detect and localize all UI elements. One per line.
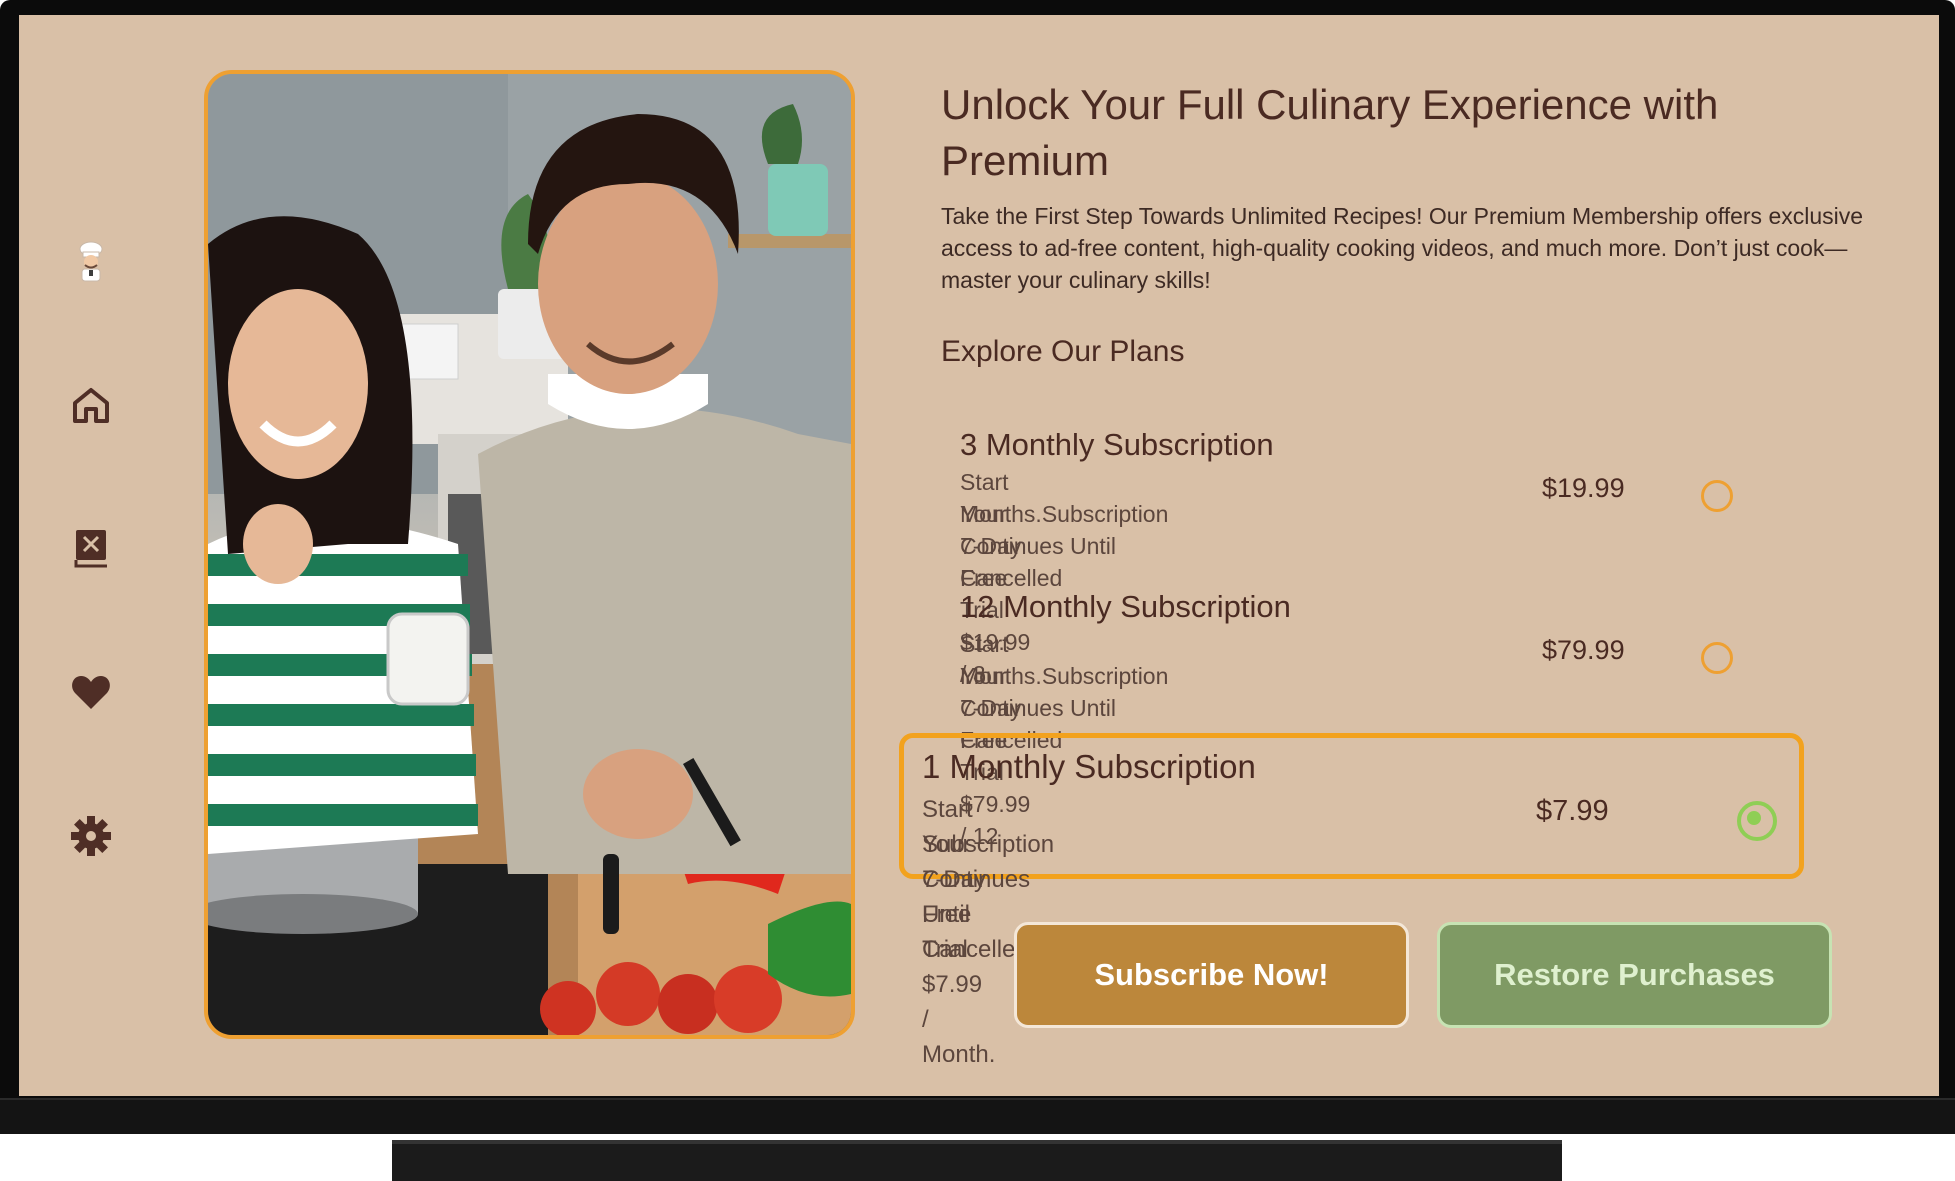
plan-radio-button[interactable] — [1701, 480, 1733, 512]
plan-name: 1 Monthly Subscription — [922, 748, 1256, 785]
recipe-book-icon[interactable] — [69, 526, 113, 570]
plan-radio-button[interactable] — [1701, 642, 1733, 674]
gear-icon[interactable] — [69, 814, 113, 858]
plan-radio-button-selected[interactable] — [1737, 801, 1777, 841]
plan-description-line2: Months.Subscription Continues Until Canc… — [960, 501, 1169, 591]
plan-name: 3 Monthly Subscription — [960, 427, 1274, 462]
plans-heading: Explore Our Plans — [941, 335, 1185, 368]
plan-price: $79.99 — [1542, 635, 1625, 665]
cooking-couple-illustration — [208, 74, 851, 1035]
chef-icon[interactable] — [69, 240, 113, 284]
app-screen: Unlock Your Full Culinary Experience wit… — [19, 15, 1939, 1096]
subscribe-button[interactable]: Subscribe Now! — [1014, 922, 1409, 1028]
plan-price: $19.99 — [1542, 473, 1625, 503]
restore-purchases-button[interactable]: Restore Purchases — [1437, 922, 1832, 1028]
page-description: Take the First Step Towards Unlimited Re… — [941, 203, 1864, 293]
heart-icon[interactable] — [69, 670, 113, 714]
plan-price: $7.99 — [1536, 795, 1609, 827]
tv-stand — [392, 1140, 1562, 1181]
plan-name: 12 Monthly Subscription — [960, 589, 1291, 624]
page-title: Unlock Your Full Culinary Experience wit… — [941, 81, 1719, 184]
hero-photo — [204, 70, 855, 1039]
home-icon[interactable] — [69, 383, 113, 427]
tv-bezel-bottom — [0, 1098, 1955, 1134]
